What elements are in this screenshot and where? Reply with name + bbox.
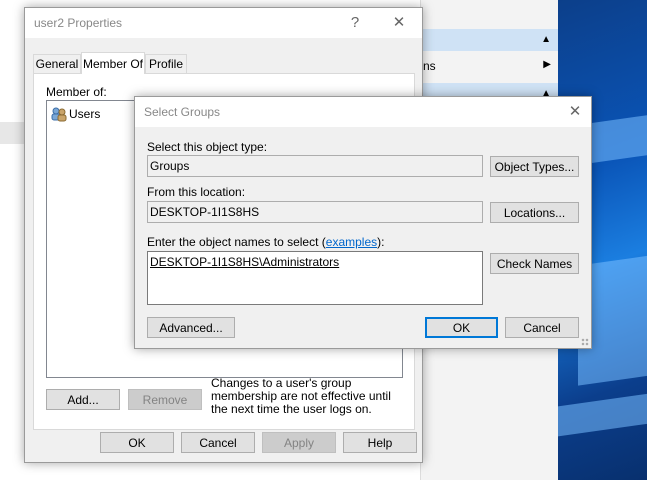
select-groups-titlebar[interactable]: Select Groups ✕ <box>135 97 591 127</box>
location-field: DESKTOP-1I1S8HS <box>147 201 483 223</box>
tab-general[interactable]: General <box>33 54 81 73</box>
object-names-label: Enter the object names to select (exampl… <box>147 235 384 249</box>
help-button[interactable]: Help <box>343 432 417 453</box>
background-menu-row-label: ns <box>423 59 436 73</box>
properties-titlebar[interactable]: user2 Properties ? ✕ <box>25 8 422 38</box>
remove-button[interactable]: Remove <box>128 389 202 410</box>
background-header-bar[interactable]: ▲ <box>421 29 559 51</box>
collapse-arrow-icon: ▲ <box>541 34 551 45</box>
ok-button[interactable]: OK <box>100 432 174 453</box>
member-name: Users <box>69 107 101 121</box>
apply-button[interactable]: Apply <box>262 432 336 453</box>
ok-button[interactable]: OK <box>425 317 498 338</box>
examples-link[interactable]: examples <box>326 235 377 249</box>
location-label: From this location: <box>147 185 246 199</box>
cancel-button[interactable]: Cancel <box>181 432 255 453</box>
advanced-button[interactable]: Advanced... <box>147 317 235 338</box>
object-names-input[interactable]: DESKTOP-1I1S8HS\Administrators <box>147 251 483 305</box>
close-icon[interactable]: ✕ <box>563 101 587 123</box>
object-types-button[interactable]: Object Types... <box>490 156 579 177</box>
tab-member-of[interactable]: Member Of <box>81 52 145 74</box>
background-menu-row[interactable]: ns ▶ <box>421 55 559 77</box>
add-button[interactable]: Add... <box>46 389 120 410</box>
cancel-button[interactable]: Cancel <box>505 317 579 338</box>
resize-grip-icon[interactable] <box>581 338 589 346</box>
locations-button[interactable]: Locations... <box>490 202 579 223</box>
object-names-value: DESKTOP-1I1S8HS\Administrators <box>150 255 340 269</box>
submenu-arrow-icon: ▶ <box>543 59 551 70</box>
desktop-selected-band <box>0 122 24 144</box>
membership-note: Changes to a user's group membership are… <box>211 376 391 416</box>
check-names-button[interactable]: Check Names <box>490 253 579 274</box>
group-icon <box>51 107 67 122</box>
object-names-label-prefix: Enter the object names to select ( <box>147 235 326 249</box>
tab-profile[interactable]: Profile <box>145 54 187 73</box>
select-groups-title: Select Groups <box>144 105 221 119</box>
object-type-label: Select this object type: <box>147 140 268 154</box>
properties-title: user2 Properties <box>34 16 123 30</box>
close-icon[interactable]: ✕ <box>387 12 411 34</box>
select-groups-dialog: Select Groups ✕ Select this object type:… <box>134 96 592 349</box>
help-icon[interactable]: ? <box>343 12 367 34</box>
object-names-label-suffix: ): <box>377 235 385 249</box>
member-of-label: Member of: <box>46 85 107 99</box>
object-type-field: Groups <box>147 155 483 177</box>
desktop-left-strip <box>0 0 24 480</box>
